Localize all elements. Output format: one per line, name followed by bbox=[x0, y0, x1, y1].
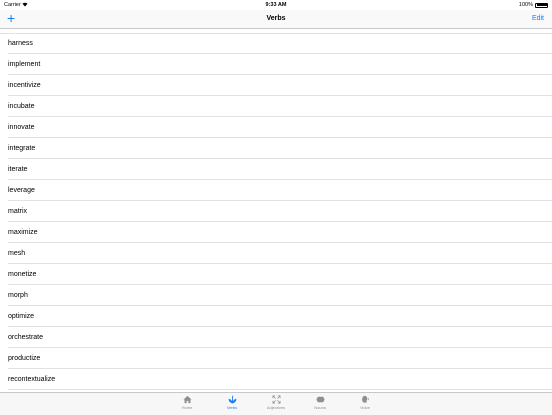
tab-nouns[interactable]: Nouns bbox=[302, 395, 338, 410]
list-item[interactable]: productize bbox=[8, 348, 552, 369]
tab-home[interactable]: Home bbox=[169, 395, 205, 410]
list-item[interactable]: implement bbox=[8, 54, 552, 75]
list-item[interactable]: monetize bbox=[8, 264, 552, 285]
list-item[interactable]: orchestrate bbox=[8, 327, 552, 348]
list-item[interactable]: matrix bbox=[8, 201, 552, 222]
list-item[interactable]: incentivize bbox=[8, 75, 552, 96]
list-item[interactable]: recontextualize bbox=[8, 369, 552, 390]
tab-nouns-label: Nouns bbox=[314, 405, 326, 410]
verb-list: harness implement incentivize incubate innov… bbox=[0, 33, 552, 390]
verbs-icon bbox=[228, 395, 236, 404]
home-icon bbox=[182, 395, 192, 404]
list-item[interactable]: integrate bbox=[8, 138, 552, 159]
tab-adjectives-label: Adjectives bbox=[266, 405, 286, 410]
list-item[interactable]: mesh bbox=[8, 243, 552, 264]
tab-bar: Home Verbs Adjectives Nouns Voice bbox=[0, 392, 552, 415]
page-title: Verbs bbox=[266, 15, 286, 22]
list-item[interactable]: incubate bbox=[8, 96, 552, 117]
list-item[interactable]: maximize bbox=[8, 222, 552, 243]
expand-icon bbox=[272, 395, 280, 404]
nouns-icon bbox=[315, 396, 325, 403]
battery-icon bbox=[535, 2, 548, 8]
status-bar: Carrier 9:33 AM 100% bbox=[0, 0, 552, 10]
edit-button[interactable]: Edit bbox=[532, 10, 544, 28]
navigation-bar: + Verbs Edit bbox=[0, 10, 552, 29]
tab-verbs[interactable]: Verbs bbox=[214, 395, 250, 410]
status-battery: 100% bbox=[519, 2, 548, 8]
tab-voice[interactable]: Voice bbox=[347, 395, 383, 410]
tab-voice-label: Voice bbox=[360, 405, 370, 410]
tab-verbs-label: Verbs bbox=[226, 405, 238, 410]
battery-percent: 100% bbox=[518, 2, 533, 8]
list-item[interactable]: harness bbox=[8, 33, 552, 54]
status-time: 9:33 AM bbox=[265, 2, 287, 8]
list-item[interactable]: optimize bbox=[8, 306, 552, 327]
list-item[interactable]: morph bbox=[8, 285, 552, 306]
tab-adjectives[interactable]: Adjectives bbox=[258, 395, 294, 410]
voice-icon bbox=[361, 395, 369, 403]
list-item[interactable]: iterate bbox=[8, 159, 552, 180]
list-item[interactable]: leverage bbox=[8, 180, 552, 201]
tab-home-label: Home bbox=[181, 405, 193, 410]
list-item[interactable]: innovate bbox=[8, 117, 552, 138]
